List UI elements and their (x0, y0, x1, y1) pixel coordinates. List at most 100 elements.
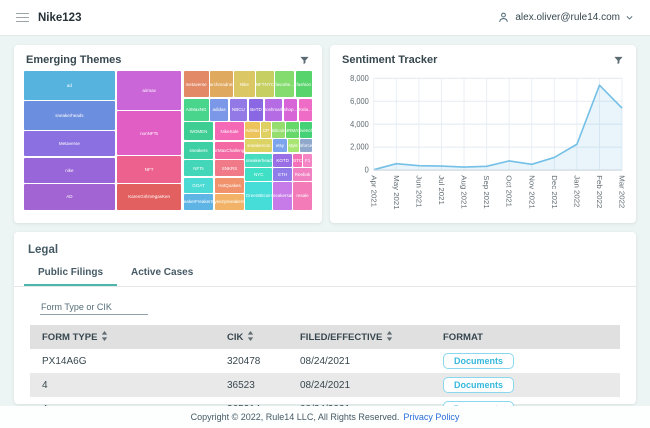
treemap-tile[interactable]: ad (24, 71, 115, 100)
treemap-tile[interactable]: NikeSale (215, 122, 244, 140)
treemap-tile-label: airforce1 (300, 143, 312, 148)
treemap-tile[interactable]: sneakercon (245, 139, 271, 153)
legal-title: Legal (14, 232, 636, 262)
column-header-filed-effective[interactable]: FILED/EFFECTIVE (288, 325, 431, 349)
treemap-tile[interactable]: GOAT (184, 178, 214, 193)
svg-text:Apr 2021: Apr 2021 (369, 175, 378, 207)
treemap-tile[interactable]: airforce1 (300, 139, 312, 153)
treemap-tile[interactable]: WOMEN (184, 122, 214, 140)
treemap-tile-label: Nike (240, 82, 249, 87)
treemap-tile-label: KOTD (276, 158, 289, 163)
treemap-tile[interactable]: AD (24, 184, 115, 210)
brand-title: Nike123 (38, 12, 81, 24)
column-header-form-type[interactable]: FORM TYPE (30, 325, 215, 349)
treemap-tile[interactable]: Nike (234, 71, 254, 97)
documents-button[interactable]: Documents (443, 377, 514, 393)
treemap-tile[interactable]: SNKRS (215, 160, 244, 177)
treemap-tile[interactable]: Metaverse (24, 131, 115, 157)
treemap-tile[interactable]: NFT (117, 156, 181, 183)
treemap-tile[interactable]: Givenchy (300, 122, 312, 137)
treemap-tile[interactable]: adidas (210, 99, 228, 122)
treemap-tile[interactable]: style (288, 139, 299, 153)
treemap-tile[interactable]: Bitcoin (272, 122, 285, 137)
treemap-tile[interactable]: Reebok (293, 168, 312, 181)
treemap-tile[interactable]: F1 (303, 154, 312, 167)
treemap-tile-label: sneakercon (247, 143, 270, 148)
treemap-tile[interactable]: CP (261, 122, 271, 137)
treemap-tile[interactable]: BeTD (249, 99, 264, 122)
svg-text:Feb 2022: Feb 2022 (595, 175, 604, 208)
treemap-tile-label: AIRMAX (286, 128, 298, 133)
treemap-tile[interactable]: NYC (245, 168, 271, 181)
treemap-tile[interactable]: KOTD (273, 154, 291, 167)
menu-icon[interactable] (16, 13, 29, 23)
treemap-tile[interactable]: favorite... (275, 71, 294, 97)
copyright-text: Copyright © 2022, Rule14 LLC, All Rights… (191, 412, 400, 422)
treemap-tile[interactable]: HotQuakes (215, 178, 244, 193)
treemap-tile[interactable]: NFTNYC (256, 71, 274, 97)
treemap-tile-label: NBCU (232, 107, 245, 112)
treemap-tile[interactable]: sneakersale (273, 182, 291, 210)
treemap-tile-label: KarenGirlsVegasKen (128, 194, 170, 199)
treemap-tile[interactable]: sneakers (184, 142, 214, 159)
treemap-tile-label: airmax (142, 88, 156, 93)
sentiment-line-chart: Apr 2021May 2021Jun 2021Jul 2021Aug 2021… (336, 71, 630, 217)
treemap-tile-label: NFTs (193, 166, 204, 171)
treemap-tile[interactable]: BTC (293, 154, 302, 167)
treemap-tile-label: SneakerFreakerSan (184, 199, 214, 204)
treemap-tile[interactable]: marchmadness (210, 71, 233, 97)
svg-text:0: 0 (365, 166, 369, 175)
treemap-tile-label: ETH (278, 172, 287, 177)
treemap-tile[interactable]: sneakerhead (245, 154, 271, 167)
treemap-tile[interactable]: metaverse (184, 71, 209, 97)
treemap-tile[interactable]: ETH (273, 168, 291, 181)
filter-icon[interactable] (299, 55, 310, 66)
treemap-tile-label: sneakersale (273, 193, 291, 198)
treemap-tile[interactable]: AirMaxChallenge (215, 142, 244, 159)
treemap-tile-label: metaverse (186, 82, 207, 87)
treemap-tile[interactable]: AirMaxNG (184, 99, 209, 122)
cell-cik: 320478 (215, 349, 288, 373)
tab-active-cases[interactable]: Active Cases (117, 262, 207, 286)
treemap-tile[interactable]: sneakerheads (24, 101, 115, 129)
treemap-tile[interactable]: AIRMAX (286, 122, 298, 137)
svg-text:Mar 2022: Mar 2022 (618, 175, 627, 208)
treemap-tile[interactable]: nike (24, 158, 115, 183)
column-header-cik[interactable]: CIK (215, 325, 288, 349)
treemap-tile-label: resale (296, 193, 308, 198)
documents-button[interactable]: Documents (443, 353, 514, 369)
treemap-tile-label: etsy (276, 143, 284, 148)
svg-text:Jul 2021: Jul 2021 (437, 175, 446, 205)
tab-public-filings[interactable]: Public Filings (24, 262, 117, 286)
privacy-policy-link[interactable]: Privacy Policy (403, 412, 459, 422)
treemap-tile-label: SNKRS (222, 166, 238, 171)
form-type-cik-input[interactable] (40, 300, 148, 315)
treemap-tile[interactable]: shop... (284, 99, 298, 122)
treemap-tile[interactable]: AirMax (245, 122, 259, 137)
treemap-tile-label: CP (263, 128, 269, 133)
treemap-tile[interactable]: fashion (296, 71, 312, 97)
treemap-tile[interactable]: Kela... (299, 99, 312, 122)
treemap-tile[interactable]: poshmark (265, 99, 283, 122)
treemap-tile[interactable]: GreenBitcoin (245, 182, 271, 210)
treemap-tile-label: marchmadness (210, 82, 233, 87)
svg-text:Nov 2021: Nov 2021 (527, 175, 536, 208)
treemap-tile-label: NikeSale (220, 129, 238, 134)
treemap-tile-label: fashion (297, 82, 312, 87)
treemap-tile[interactable]: airmax (117, 71, 181, 110)
cell-form-type: PX14A6G (30, 349, 215, 373)
table-row: PX14A6G32047808/24/2021Documents (30, 349, 620, 373)
treemap-tile[interactable]: resale (293, 182, 312, 210)
filter-icon[interactable] (613, 55, 624, 66)
treemap-tile[interactable]: NFTs (184, 160, 214, 177)
treemap-tile[interactable]: nonNFTs (117, 111, 181, 155)
treemap-tile[interactable]: NBCU (230, 99, 248, 122)
svg-text:8,000: 8,000 (350, 74, 369, 83)
treemap-tile[interactable]: KarenGirlsVegasKen (117, 184, 181, 210)
treemap-tile[interactable]: SneakerFreakerSan (184, 194, 214, 210)
user-menu[interactable]: alex.oliver@rule14.com (497, 11, 634, 24)
treemap-tile[interactable]: yeezysneakers (215, 194, 244, 210)
treemap-tile[interactable]: etsy (273, 139, 286, 153)
chevron-down-icon (625, 13, 634, 22)
treemap-tile-label: adidas (212, 107, 225, 112)
